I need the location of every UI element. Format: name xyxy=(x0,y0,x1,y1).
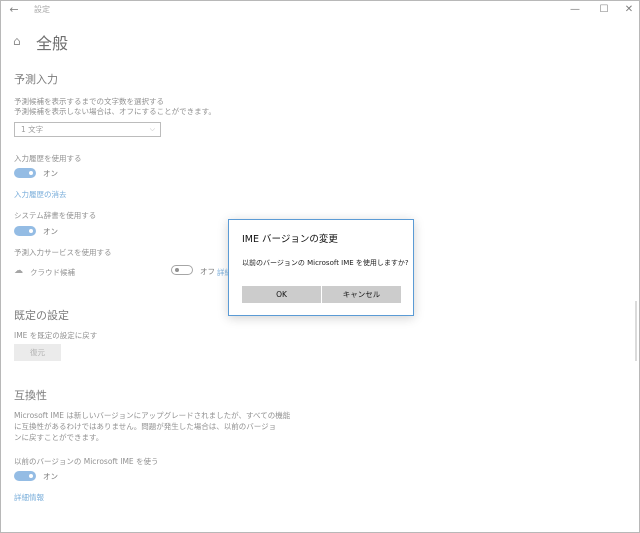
cancel-button[interactable]: キャンセル xyxy=(322,286,401,303)
ime-version-dialog: IME バージョンの変更 以前のバージョンの Microsoft IME を使用… xyxy=(228,219,414,316)
dialog-message: 以前のバージョンの Microsoft IME を使用しますか? xyxy=(242,259,409,267)
settings-window: ← 設定 — ☐ ✕ ⌂ 全般 予測入力 予測候補を表示するまでの文字数を選択す… xyxy=(0,0,640,533)
ok-button[interactable]: OK xyxy=(242,286,321,303)
dialog-title: IME バージョンの変更 xyxy=(242,234,338,245)
